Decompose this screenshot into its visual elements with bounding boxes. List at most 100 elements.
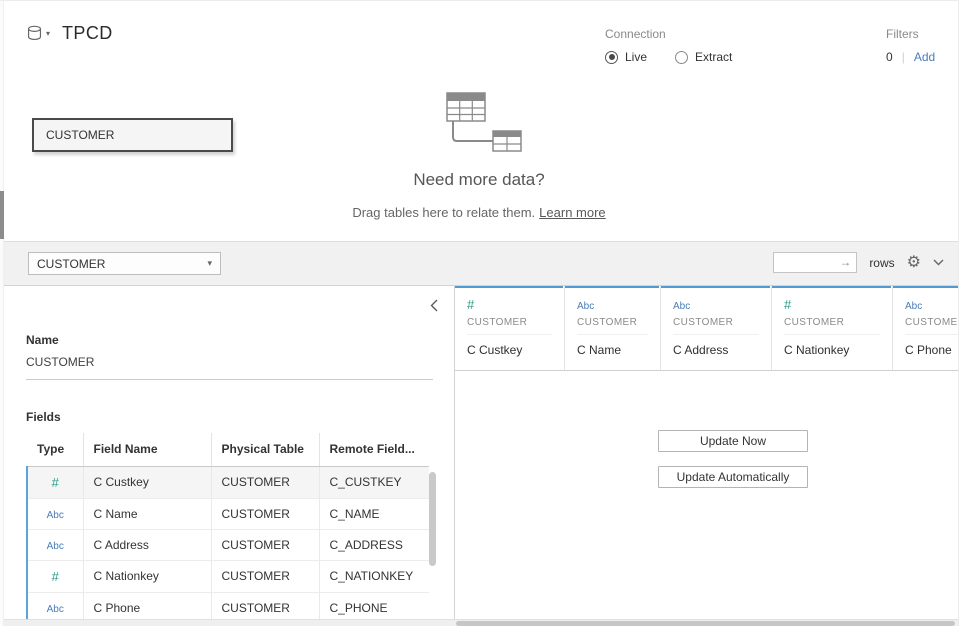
tableau-data-source-page: ▾ TPCD Connection Live Extract Filters 0 <box>0 0 959 626</box>
update-now-button[interactable]: Update Now <box>658 430 808 452</box>
col-header-type: Type <box>27 433 83 466</box>
connection-label: Connection <box>605 27 732 41</box>
column-table-caption: CUSTOMER <box>577 317 660 328</box>
field-row-c-phone[interactable]: Abc C Phone CUSTOMER C_PHONE <box>27 592 429 619</box>
update-automatically-button[interactable]: Update Automatically <box>658 466 808 488</box>
column-accent-bar <box>455 286 563 288</box>
remote-field-cell: C_PHONE <box>319 592 429 619</box>
database-icon[interactable]: ▾ <box>26 25 50 42</box>
connection-radio-group: Live Extract <box>605 50 732 64</box>
field-row-c-address[interactable]: Abc C Address CUSTOMER C_ADDRESS <box>27 529 429 560</box>
rows-input-wrap: → <box>773 252 857 273</box>
field-type-icon[interactable]: # <box>52 569 59 584</box>
customer-table-node-label: CUSTOMER <box>46 128 114 142</box>
col-header-physical-table: Physical Table <box>211 433 319 466</box>
relationship-canvas: CUSTOMER Need more data? Drag tables her… <box>0 73 958 241</box>
live-radio-option[interactable]: Live <box>605 50 647 64</box>
column-field-name: C Phone <box>905 335 958 357</box>
column-accent-bar <box>661 286 770 288</box>
pane-resize-handle[interactable] <box>0 191 4 239</box>
physical-table-cell: CUSTOMER <box>211 498 319 529</box>
column-accent-bar <box>772 286 891 288</box>
filters-row: 0 | Add <box>886 50 935 64</box>
column-accent-bar <box>565 286 659 288</box>
add-filter-link[interactable]: Add <box>914 50 935 64</box>
connection-section: Connection Live Extract <box>605 27 732 64</box>
table-name-field[interactable]: CUSTOMER <box>26 355 433 380</box>
empty-state-hint-text: Drag tables here to relate them. <box>352 205 535 220</box>
grid-column-c-name[interactable]: Abc CUSTOMER C Name <box>565 286 661 370</box>
column-type-icon: # <box>467 297 474 312</box>
column-type-icon: # <box>784 297 791 312</box>
caret-down-icon: ▾ <box>46 29 50 38</box>
settings-gear-icon[interactable]: ⚙ <box>907 255 921 271</box>
fields-table: Type Field Name Physical Table Remote Fi… <box>26 433 429 619</box>
canvas-empty-state: Need more data? Drag tables here to rela… <box>249 91 709 220</box>
rows-count-input[interactable] <box>773 252 857 273</box>
dropdown-caret-icon: ▾ <box>207 258 212 269</box>
fields-scrollbar-thumb[interactable] <box>429 472 436 566</box>
field-type-icon[interactable]: Abc <box>47 541 64 552</box>
column-table-caption: CUSTOMER <box>673 317 771 328</box>
physical-table-cell: CUSTOMER <box>211 592 319 619</box>
live-radio-label: Live <box>625 50 647 64</box>
datasource-title-group: ▾ TPCD <box>26 23 113 44</box>
field-type-icon[interactable]: Abc <box>47 604 64 615</box>
grid-column-c-custkey[interactable]: # CUSTOMER C Custkey <box>455 286 565 370</box>
remote-field-cell: C_CUSTKEY <box>319 466 429 498</box>
database-cylinder-icon <box>26 25 43 42</box>
name-section-label: Name <box>26 333 59 347</box>
horizontal-scrollbar-thumb[interactable] <box>456 621 955 626</box>
collapsed-left-pane <box>0 1 4 626</box>
customer-table-node[interactable]: CUSTOMER <box>32 118 233 152</box>
grid-column-c-nationkey[interactable]: # CUSTOMER C Nationkey <box>772 286 893 370</box>
tables-illustration-icon <box>433 91 525 155</box>
field-name-cell[interactable]: C Custkey <box>83 466 211 498</box>
field-name-cell[interactable]: C Nationkey <box>83 560 211 592</box>
field-type-icon[interactable]: Abc <box>47 510 64 521</box>
horizontal-scrollbar-track[interactable] <box>0 619 958 626</box>
extract-radio-label: Extract <box>695 50 732 64</box>
remote-field-cell: C_NATIONKEY <box>319 560 429 592</box>
filters-label: Filters <box>886 27 935 41</box>
toolbar-right-group: → rows ⚙ <box>773 252 944 273</box>
table-toolbar: CUSTOMER ▾ → rows ⚙ <box>0 241 958 286</box>
remote-field-cell: C_NAME <box>319 498 429 529</box>
field-name-cell[interactable]: C Name <box>83 498 211 529</box>
field-type-icon[interactable]: # <box>52 475 59 490</box>
column-table-caption: CUSTOMER <box>467 317 564 328</box>
column-table-caption: CUSTOMER <box>905 317 958 328</box>
column-type-icon: Abc <box>905 301 922 312</box>
column-field-name: C Name <box>577 335 660 357</box>
extract-radio-option[interactable]: Extract <box>675 50 732 64</box>
column-field-name: C Custkey <box>467 335 564 357</box>
field-name-cell[interactable]: C Phone <box>83 592 211 619</box>
data-grid-panel: # CUSTOMER C Custkey Abc CUSTOMER C Name… <box>455 286 958 619</box>
physical-table-cell: CUSTOMER <box>211 466 319 498</box>
table-select-value: CUSTOMER <box>37 257 105 271</box>
data-grid-header: # CUSTOMER C Custkey Abc CUSTOMER C Name… <box>455 286 958 371</box>
collapse-panel-icon[interactable] <box>430 299 438 315</box>
column-field-name: C Nationkey <box>784 335 892 357</box>
extract-radio[interactable] <box>675 51 688 64</box>
column-table-caption: CUSTOMER <box>784 317 892 328</box>
table-select-dropdown[interactable]: CUSTOMER ▾ <box>28 252 221 275</box>
live-radio[interactable] <box>605 51 618 64</box>
rows-label: rows <box>869 256 894 270</box>
field-name-cell[interactable]: C Address <box>83 529 211 560</box>
chevron-down-icon[interactable] <box>933 259 944 266</box>
field-metadata-panel: Name CUSTOMER Fields Type Field Name Phy… <box>0 286 455 619</box>
datasource-title[interactable]: TPCD <box>62 23 113 44</box>
learn-more-link[interactable]: Learn more <box>539 205 605 220</box>
column-field-name: C Address <box>673 335 771 357</box>
field-row-c-name[interactable]: Abc C Name CUSTOMER C_NAME <box>27 498 429 529</box>
col-header-field-name: Field Name <box>83 433 211 466</box>
grid-column-c-address[interactable]: Abc CUSTOMER C Address <box>661 286 772 370</box>
field-row-c-custkey[interactable]: # C Custkey CUSTOMER C_CUSTKEY <box>27 466 429 498</box>
column-type-icon: Abc <box>673 301 690 312</box>
col-header-remote-field: Remote Field... <box>319 433 429 466</box>
field-row-c-nationkey[interactable]: # C Nationkey CUSTOMER C_NATIONKEY <box>27 560 429 592</box>
filters-separator: | <box>902 50 905 64</box>
remote-field-cell: C_ADDRESS <box>319 529 429 560</box>
grid-column-c-phone[interactable]: Abc CUSTOMER C Phone <box>893 286 958 370</box>
